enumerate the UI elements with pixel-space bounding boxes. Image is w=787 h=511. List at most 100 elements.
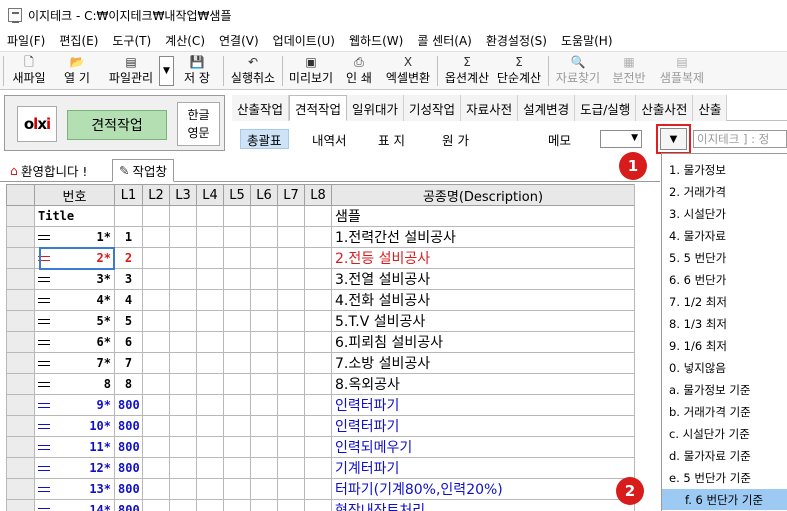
menu-item-3[interactable]: 계산(C): [158, 32, 212, 49]
description-cell[interactable]: 터파기(기계80%,인력20%): [331, 478, 634, 500]
language-toggle[interactable]: 한글 영문: [177, 102, 220, 146]
level-3-cell[interactable]: [169, 436, 197, 458]
toolbar-button-5[interactable]: ▣ 미리보기: [286, 52, 336, 90]
level-8-cell[interactable]: [304, 247, 332, 269]
tab-main-8[interactable]: 산출: [693, 95, 728, 121]
toolbar-button-7[interactable]: X 엑셀변환: [382, 52, 434, 90]
level-8-cell[interactable]: [304, 478, 332, 500]
column-header[interactable]: L1: [114, 184, 143, 206]
row-number-cell[interactable]: 12*: [34, 457, 115, 479]
level-5-cell[interactable]: [223, 310, 251, 332]
description-cell[interactable]: 7.소방 설비공사: [331, 352, 634, 374]
tab-main-6[interactable]: 도급/실행: [575, 95, 637, 121]
level-1-cell[interactable]: 4: [114, 289, 143, 311]
toolbar-button-6[interactable]: ⎙ 인 쇄: [336, 52, 382, 90]
level-3-cell[interactable]: [169, 394, 197, 416]
toolbar-button-8[interactable]: Σ 옵션계산: [441, 52, 493, 90]
level-7-cell[interactable]: [277, 436, 305, 458]
level-8-cell[interactable]: [304, 331, 332, 353]
level-4-cell[interactable]: [196, 436, 224, 458]
easytech-field[interactable]: 이지테크 ] : 정: [693, 130, 787, 148]
row-number-cell[interactable]: 6*: [34, 331, 115, 353]
level-5-cell[interactable]: [223, 352, 251, 374]
table-row[interactable]: 3* 3 3.전열 설비공사: [6, 268, 634, 290]
row-gutter[interactable]: [6, 499, 35, 511]
level-6-cell[interactable]: [250, 457, 278, 479]
level-7-cell[interactable]: [277, 268, 305, 290]
level-1-cell[interactable]: 3: [114, 268, 143, 290]
column-header[interactable]: L5: [223, 184, 251, 206]
row-number-cell[interactable]: 10*: [34, 415, 115, 437]
level-7-cell[interactable]: [277, 247, 305, 269]
level-7-cell[interactable]: [277, 352, 305, 374]
level-7-cell[interactable]: [277, 478, 305, 500]
dropdown-item-15[interactable]: f. 6 번단가 기준: [662, 489, 787, 510]
dropdown-item-10[interactable]: a. 물가정보 기준: [668, 379, 786, 400]
level-7-cell[interactable]: [277, 373, 305, 395]
menu-item-7[interactable]: 콜 센터(A): [410, 32, 479, 49]
level-5-cell[interactable]: [223, 436, 251, 458]
level-8-cell[interactable]: [304, 226, 332, 248]
level-5-cell[interactable]: [223, 478, 251, 500]
level-8-cell[interactable]: [304, 436, 332, 458]
description-cell[interactable]: 4.전화 설비공사: [331, 289, 634, 311]
level-4-cell[interactable]: [196, 226, 224, 248]
menu-item-1[interactable]: 편집(E): [52, 32, 105, 49]
level-1-cell[interactable]: 800: [114, 415, 143, 437]
level-2-cell[interactable]: [142, 373, 170, 395]
toolbar-button-3[interactable]: 💾 저 장: [174, 52, 220, 90]
dropdown-item-12[interactable]: c. 시설단가 기준: [668, 423, 786, 444]
level-5-cell[interactable]: [223, 331, 251, 353]
row-gutter[interactable]: [6, 226, 35, 248]
row-number-cell[interactable]: 9*: [34, 394, 115, 416]
level-2-cell[interactable]: [142, 226, 170, 248]
description-cell[interactable]: 기계터파기: [331, 457, 634, 479]
level-3-cell[interactable]: [169, 205, 197, 227]
level-6-cell[interactable]: [250, 352, 278, 374]
menu-item-8[interactable]: 환경설정(S): [479, 32, 554, 49]
description-cell[interactable]: 현장내잔토처리: [331, 499, 634, 511]
level-8-cell[interactable]: [304, 205, 332, 227]
level-6-cell[interactable]: [250, 436, 278, 458]
column-header[interactable]: 번호: [34, 184, 115, 206]
lang-korean[interactable]: 한글: [187, 106, 209, 124]
level-4-cell[interactable]: [196, 457, 224, 479]
tab-main-4[interactable]: 자료사전: [461, 95, 519, 121]
level-6-cell[interactable]: [250, 331, 278, 353]
level-8-cell[interactable]: [304, 310, 332, 332]
level-6-cell[interactable]: [250, 310, 278, 332]
level-5-cell[interactable]: [223, 394, 251, 416]
row-gutter[interactable]: [6, 352, 35, 374]
description-cell[interactable]: 인력터파기: [331, 394, 634, 416]
dropdown-item-6[interactable]: 7. 1/2 최저: [668, 291, 786, 312]
toolbar-button-1[interactable]: 📂 열 기: [51, 52, 103, 90]
lang-english[interactable]: 영문: [187, 124, 209, 142]
level-4-cell[interactable]: [196, 205, 224, 227]
dropdown-item-1[interactable]: 2. 거래가격: [668, 181, 786, 202]
column-header[interactable]: L3: [169, 184, 197, 206]
row-gutter[interactable]: [6, 310, 35, 332]
level-4-cell[interactable]: [196, 268, 224, 290]
table-row[interactable]: 4* 4 4.전화 설비공사: [6, 289, 634, 311]
level-3-cell[interactable]: [169, 373, 197, 395]
level-4-cell[interactable]: [196, 331, 224, 353]
column-header[interactable]: L2: [142, 184, 170, 206]
level-4-cell[interactable]: [196, 352, 224, 374]
menu-item-9[interactable]: 도움말(H): [554, 32, 620, 49]
level-7-cell[interactable]: [277, 394, 305, 416]
row-number-cell[interactable]: 3*: [34, 268, 115, 290]
level-8-cell[interactable]: [304, 499, 332, 511]
level-1-cell[interactable]: [114, 205, 143, 227]
level-1-cell[interactable]: 5: [114, 310, 143, 332]
table-row[interactable]: 1* 1 1.전력간선 설비공사: [6, 226, 634, 248]
level-3-cell[interactable]: [169, 352, 197, 374]
level-7-cell[interactable]: [277, 226, 305, 248]
level-3-cell[interactable]: [169, 457, 197, 479]
row-number-cell[interactable]: Title: [34, 205, 115, 227]
level-1-cell[interactable]: 1: [114, 226, 143, 248]
level-7-cell[interactable]: [277, 331, 305, 353]
level-5-cell[interactable]: [223, 247, 251, 269]
level-2-cell[interactable]: [142, 457, 170, 479]
level-4-cell[interactable]: [196, 394, 224, 416]
description-cell[interactable]: 인력터파기: [331, 415, 634, 437]
